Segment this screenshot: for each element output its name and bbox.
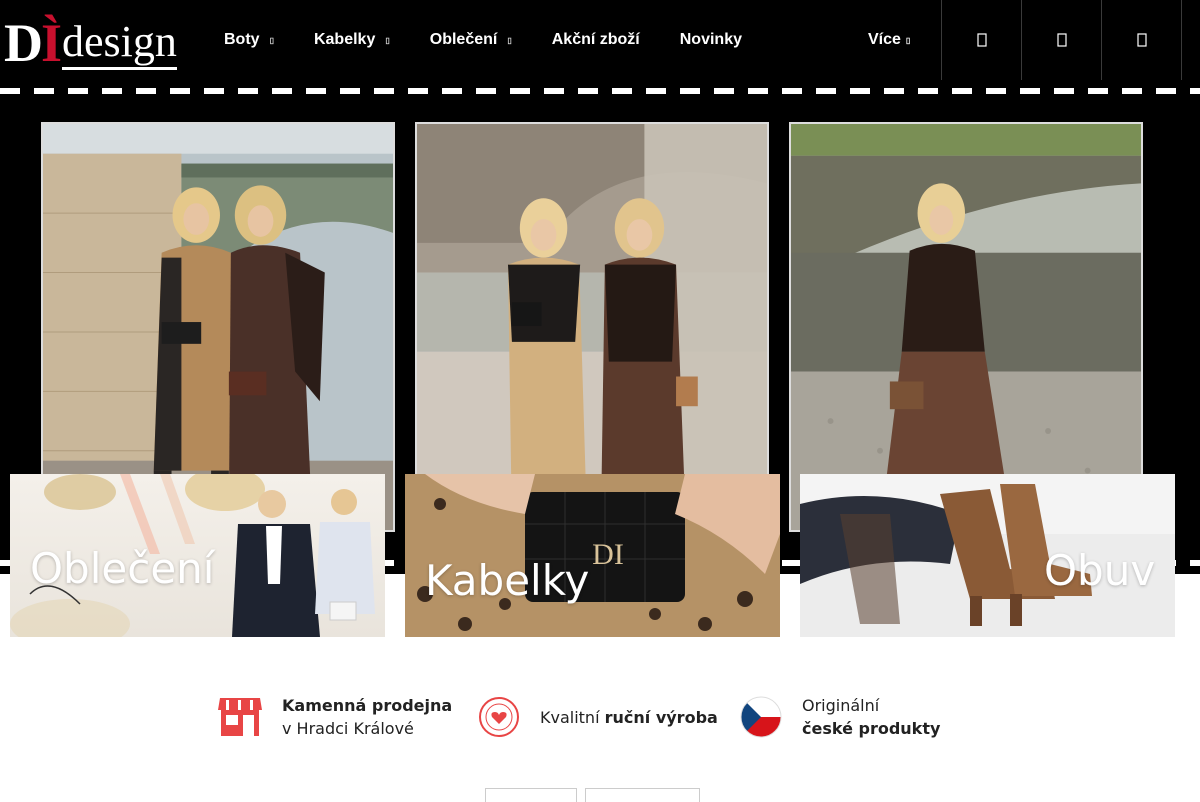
logo-word: design xyxy=(62,17,177,70)
nav-item-akcni-zbozi[interactable]: Akční zboží xyxy=(552,31,640,49)
hero-photo-3[interactable] xyxy=(789,122,1143,532)
chevron-down-icon: ▯ xyxy=(905,35,911,45)
storefront-icon xyxy=(218,698,262,736)
site-header: DÌ design Boty ▯ Kabelky ▯ Oblečení ▯ Ak… xyxy=(0,0,1200,80)
nav-label: Boty xyxy=(224,31,260,48)
svg-text:DI: DI xyxy=(592,538,624,571)
hero-photo-1[interactable] xyxy=(41,122,395,532)
fashion-photo-image xyxy=(791,124,1141,530)
nav-label: Kabelky xyxy=(313,31,376,48)
fashion-photo-image xyxy=(43,124,393,530)
site-logo[interactable]: DÌ design xyxy=(4,10,204,70)
nav-label: Novinky xyxy=(679,31,742,48)
czech-flag-icon xyxy=(740,696,782,738)
cart-icon xyxy=(1136,33,1147,47)
feature-line-1: Kamenná prodejna xyxy=(282,696,453,715)
feature-text: Originální české produkty xyxy=(802,694,940,740)
category-tile-obleceni[interactable]: Oblečení xyxy=(10,474,385,637)
cart-button[interactable] xyxy=(1101,0,1182,80)
chevron-down-icon: ▯ xyxy=(269,35,274,45)
nav-label: Akční zboží xyxy=(551,31,640,48)
nav-label: Oblečení xyxy=(429,31,498,48)
feature-line-2: v Hradci Králové xyxy=(282,719,414,738)
feature-bold: ruční výroba xyxy=(604,707,718,727)
handmade-stamp-icon xyxy=(479,697,519,737)
logo-letters: DÌ xyxy=(4,13,62,73)
feature-store: Kamenná prodejna v Hradci Králové xyxy=(218,692,452,742)
feature-text: Kamenná prodejna v Hradci Králové xyxy=(282,694,452,740)
chevron-down-icon: ▯ xyxy=(385,35,390,45)
feature-plain: Kvalitní xyxy=(540,707,605,727)
feature-text: Kvalitní ruční výroba xyxy=(540,706,718,729)
account-button[interactable] xyxy=(1021,0,1101,80)
nav-item-kabelky[interactable]: Kabelky ▯ xyxy=(314,31,390,49)
nav-item-obleceni[interactable]: Oblečení ▯ xyxy=(430,31,512,49)
nav-label: Více xyxy=(868,31,901,48)
main-nav: Boty ▯ Kabelky ▯ Oblečení ▯ Akční zboží … xyxy=(224,0,782,80)
nav-item-boty[interactable]: Boty ▯ xyxy=(224,31,274,49)
feature-line-2: české produkty xyxy=(802,719,941,738)
feature-czech: Originální české produkty xyxy=(740,692,940,742)
search-icon xyxy=(976,33,987,47)
category-tile-kabelky[interactable]: DI Kabelky xyxy=(405,474,780,637)
nav-item-vice[interactable]: Více ▯ xyxy=(868,0,910,80)
chevron-down-icon: ▯ xyxy=(507,35,512,45)
fashion-photo-image xyxy=(417,124,767,530)
category-label: Oblečení xyxy=(30,544,215,593)
dashed-divider-top xyxy=(0,88,1200,94)
user-icon xyxy=(1056,33,1067,47)
nav-item-novinky[interactable]: Novinky xyxy=(680,31,742,49)
category-label: Obuv xyxy=(1044,546,1156,595)
hero-photo-2[interactable] xyxy=(415,122,769,532)
category-tile-obuv[interactable]: Obuv xyxy=(800,474,1175,637)
category-label: Kabelky xyxy=(425,556,590,605)
feature-line-1: Originální xyxy=(802,696,880,715)
search-button[interactable] xyxy=(941,0,1021,80)
feature-handmade: Kvalitní ruční výroba xyxy=(478,692,718,742)
